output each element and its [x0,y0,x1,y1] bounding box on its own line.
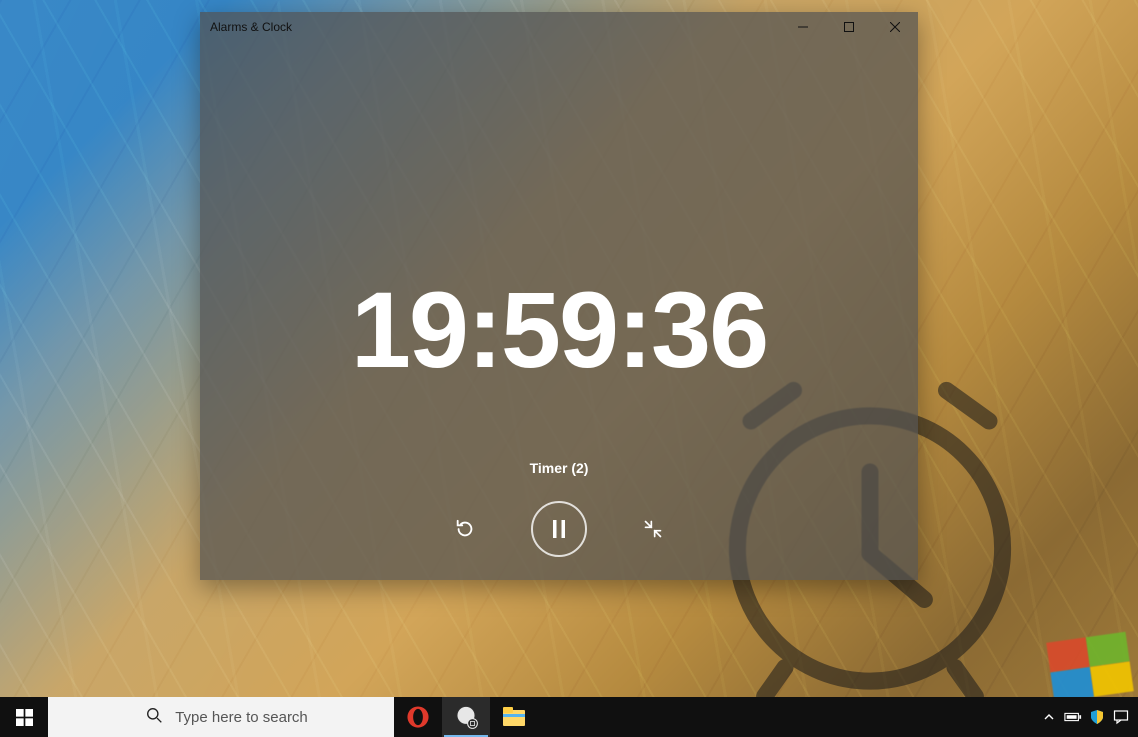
tray-action-center-icon[interactable] [1110,697,1132,737]
tray-security-icon[interactable] [1086,697,1108,737]
collapse-icon [643,519,663,539]
search-icon [146,707,163,728]
taskbar-app-yandex[interactable] [442,697,490,737]
taskbar-app-opera[interactable] [394,697,442,737]
timer-name-label: Timer (2) [200,460,918,476]
taskbar: Type here to search [0,697,1138,737]
taskbar-app-file-explorer[interactable] [490,697,538,737]
taskbar-spacer [538,697,1032,737]
browser-icon [453,704,479,730]
pause-button[interactable] [531,501,587,557]
window-title: Alarms & Clock [210,20,292,34]
opera-icon [405,704,431,730]
tray-battery-icon[interactable] [1062,697,1084,737]
desktop-icon-logo [1046,632,1134,703]
start-button[interactable] [0,697,48,737]
folder-icon [502,706,526,728]
collapse-button[interactable] [635,511,671,547]
titlebar[interactable]: Alarms & Clock [200,12,918,42]
battery-icon [1064,711,1082,723]
tray-overflow-button[interactable] [1038,697,1060,737]
chevron-up-icon [1043,711,1055,723]
minimize-button[interactable] [780,12,826,42]
system-tray [1032,697,1138,737]
timer-time-display: 19:59:36 [200,267,918,392]
alarms-clock-window: Alarms & Clock 19:59:36 Timer (2) [200,12,918,580]
search-box[interactable]: Type here to search [48,697,394,737]
pause-icon [551,520,567,538]
close-button[interactable] [872,12,918,42]
reset-icon [454,518,476,540]
notification-icon [1113,709,1129,725]
search-placeholder: Type here to search [175,709,308,726]
timer-controls [200,499,918,559]
windows-logo-icon [16,709,33,726]
maximize-button[interactable] [826,12,872,42]
shield-icon [1089,709,1105,725]
reset-button[interactable] [447,511,483,547]
